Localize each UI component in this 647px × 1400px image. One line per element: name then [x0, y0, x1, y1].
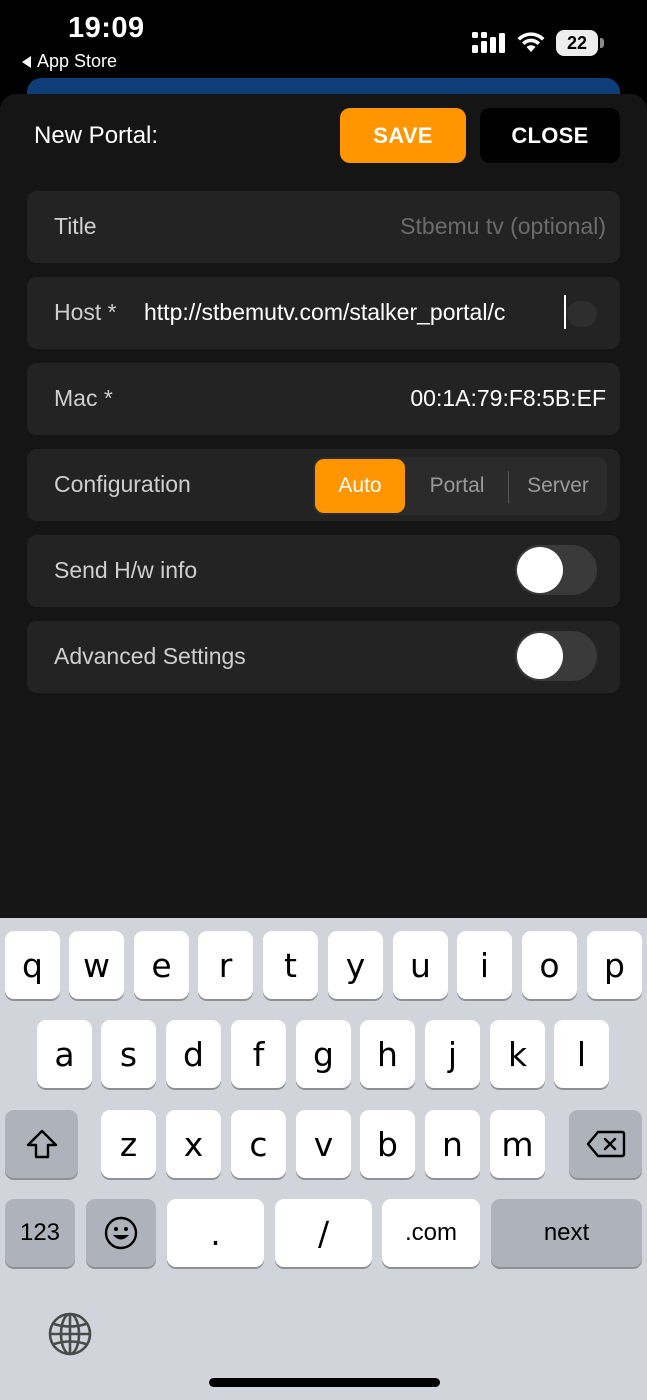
close-button[interactable]: CLOSE: [480, 108, 620, 163]
segment-divider: [508, 471, 509, 503]
battery-icon: 22: [556, 30, 604, 56]
advanced-settings-row: Advanced Settings: [27, 621, 620, 693]
key-i[interactable]: i: [457, 931, 512, 999]
key-q[interactable]: q: [5, 931, 60, 999]
status-time: 19:09: [68, 12, 145, 44]
next-key[interactable]: next: [491, 1199, 642, 1267]
segment-portal[interactable]: Portal: [409, 459, 505, 513]
host-row[interactable]: Host * http://stbemutv.com/stalker_porta…: [27, 277, 620, 349]
backspace-icon: [586, 1130, 625, 1158]
mac-row[interactable]: Mac * 00:1A:79:F8:5B:EF: [27, 363, 620, 435]
key-e[interactable]: e: [134, 931, 189, 999]
dot-key[interactable]: .: [167, 1199, 264, 1267]
key-o[interactable]: o: [522, 931, 577, 999]
host-label: Host *: [54, 299, 117, 325]
segment-server[interactable]: Server: [511, 459, 605, 513]
key-r[interactable]: r: [198, 931, 253, 999]
key-h[interactable]: h: [360, 1020, 415, 1088]
key-m[interactable]: m: [490, 1110, 545, 1178]
title-input[interactable]: Stbemu tv (optional): [400, 213, 606, 240]
page-title: New Portal:: [34, 122, 159, 149]
shift-key[interactable]: [5, 1110, 78, 1178]
key-f[interactable]: f: [231, 1020, 286, 1088]
toggle-knob: [517, 547, 563, 593]
send-hw-info-toggle[interactable]: [515, 545, 597, 595]
title-label: Title: [54, 213, 97, 239]
back-arrow-icon: [22, 55, 31, 68]
globe-icon[interactable]: [46, 1310, 94, 1358]
key-z[interactable]: z: [101, 1110, 156, 1178]
key-w[interactable]: w: [69, 931, 124, 999]
advanced-settings-label: Advanced Settings: [54, 643, 246, 669]
slash-key[interactable]: /: [275, 1199, 372, 1267]
key-u[interactable]: u: [393, 931, 448, 999]
back-app-label: App Store: [37, 51, 118, 71]
emoji-icon: [104, 1216, 138, 1250]
key-c[interactable]: c: [231, 1110, 286, 1178]
battery-level: 22: [556, 30, 598, 56]
host-input[interactable]: http://stbemutv.com/stalker_portal/c: [144, 299, 565, 326]
numbers-key[interactable]: 123: [5, 1199, 75, 1267]
status-bar: 19:09 App Store 22: [0, 0, 647, 80]
key-p[interactable]: p: [587, 931, 642, 999]
mac-label: Mac *: [54, 385, 113, 411]
key-j[interactable]: j: [425, 1020, 480, 1088]
title-row[interactable]: Title Stbemu tv (optional): [27, 191, 620, 263]
configuration-row: Configuration Auto Portal Server: [27, 449, 620, 521]
backspace-key[interactable]: [569, 1110, 642, 1178]
text-cursor: [564, 295, 566, 329]
key-l[interactable]: l: [554, 1020, 609, 1088]
save-button[interactable]: SAVE: [340, 108, 466, 163]
key-g[interactable]: g: [296, 1020, 351, 1088]
configuration-label: Configuration: [54, 471, 191, 497]
segment-auto[interactable]: Auto: [315, 459, 405, 513]
wifi-icon: [517, 32, 545, 52]
send-hw-info-label: Send H/w info: [54, 557, 198, 583]
send-hw-info-row: Send H/w info: [27, 535, 620, 607]
home-indicator: [209, 1378, 440, 1387]
key-y[interactable]: y: [328, 931, 383, 999]
key-t[interactable]: t: [263, 931, 318, 999]
key-x[interactable]: x: [166, 1110, 221, 1178]
dotcom-key[interactable]: .com: [382, 1199, 480, 1267]
key-b[interactable]: b: [360, 1110, 415, 1178]
toggle-knob: [517, 633, 563, 679]
key-s[interactable]: s: [101, 1020, 156, 1088]
key-n[interactable]: n: [425, 1110, 480, 1178]
configuration-segmented-control: Auto Portal Server: [313, 457, 607, 515]
advanced-settings-toggle[interactable]: [515, 631, 597, 681]
key-d[interactable]: d: [166, 1020, 221, 1088]
shift-icon: [26, 1129, 57, 1159]
back-to-app-store[interactable]: App Store: [22, 51, 117, 72]
clear-text-icon[interactable]: [567, 301, 597, 327]
key-a[interactable]: a: [37, 1020, 92, 1088]
emoji-key[interactable]: [86, 1199, 156, 1267]
mac-input[interactable]: 00:1A:79:F8:5B:EF: [410, 385, 606, 412]
key-v[interactable]: v: [296, 1110, 351, 1178]
cellular-signal-icon: [472, 32, 505, 53]
key-k[interactable]: k: [490, 1020, 545, 1088]
